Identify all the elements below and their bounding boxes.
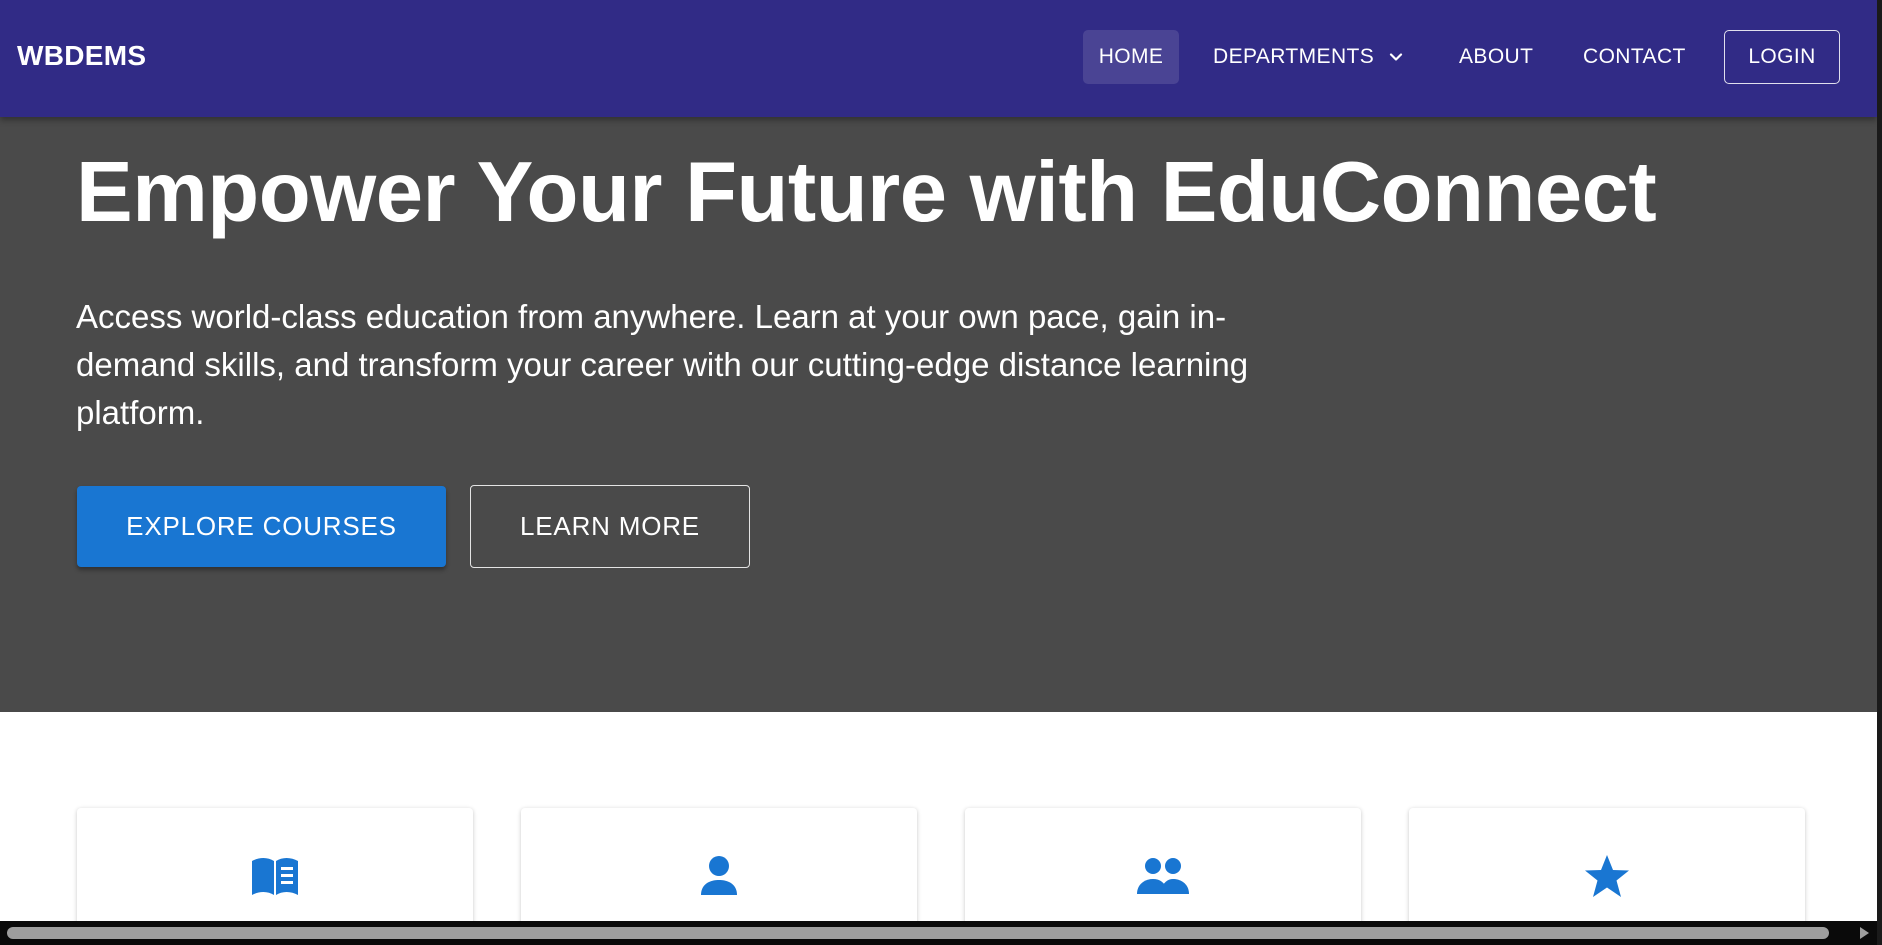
hero-subtitle: Access world-class education from anywhe… <box>76 298 1249 431</box>
menu-book-icon <box>249 850 301 902</box>
explore-courses-button[interactable]: EXPLORE COURSES <box>77 486 446 567</box>
feature-card <box>521 808 917 921</box>
feature-card <box>1409 808 1805 921</box>
horizontal-scrollbar[interactable] <box>0 921 1877 945</box>
login-label: LOGIN <box>1748 45 1816 68</box>
nav-contact[interactable]: CONTACT <box>1567 30 1702 84</box>
nav-departments-label: DEPARTMENTS <box>1213 45 1375 68</box>
feature-card <box>965 808 1361 921</box>
star-icon <box>1581 850 1633 902</box>
top-navbar: WBDEMS HOME DEPARTMENTS ABOUT CONTACT LO… <box>0 0 1877 117</box>
nav-home[interactable]: HOME <box>1083 30 1179 84</box>
nav-departments[interactable]: DEPARTMENTS <box>1197 30 1420 84</box>
page: Empower Your Future with EduConnect Acce… <box>0 0 1882 945</box>
brand-logo[interactable]: WBDEMS <box>17 40 146 72</box>
scroll-right-arrow-icon[interactable] <box>1857 926 1871 940</box>
nav-about[interactable]: ABOUT <box>1443 30 1549 84</box>
nav-home-label: HOME <box>1098 45 1164 68</box>
feature-card <box>77 808 473 921</box>
chevron-down-icon <box>1390 53 1403 61</box>
hero-title: Empower Your Future with EduConnect <box>76 145 1657 240</box>
learn-more-button[interactable]: LEARN MORE <box>470 485 750 568</box>
nav-contact-label: CONTACT <box>1583 45 1686 68</box>
browser-viewport: Empower Your Future with EduConnect Acce… <box>0 0 1877 921</box>
login-button[interactable]: LOGIN <box>1724 30 1840 84</box>
scrollbar-thumb[interactable] <box>7 927 1829 939</box>
person-icon <box>693 850 745 902</box>
window-edge <box>1877 0 1882 945</box>
nav-about-label: ABOUT <box>1459 45 1534 68</box>
people-icon <box>1137 850 1189 902</box>
